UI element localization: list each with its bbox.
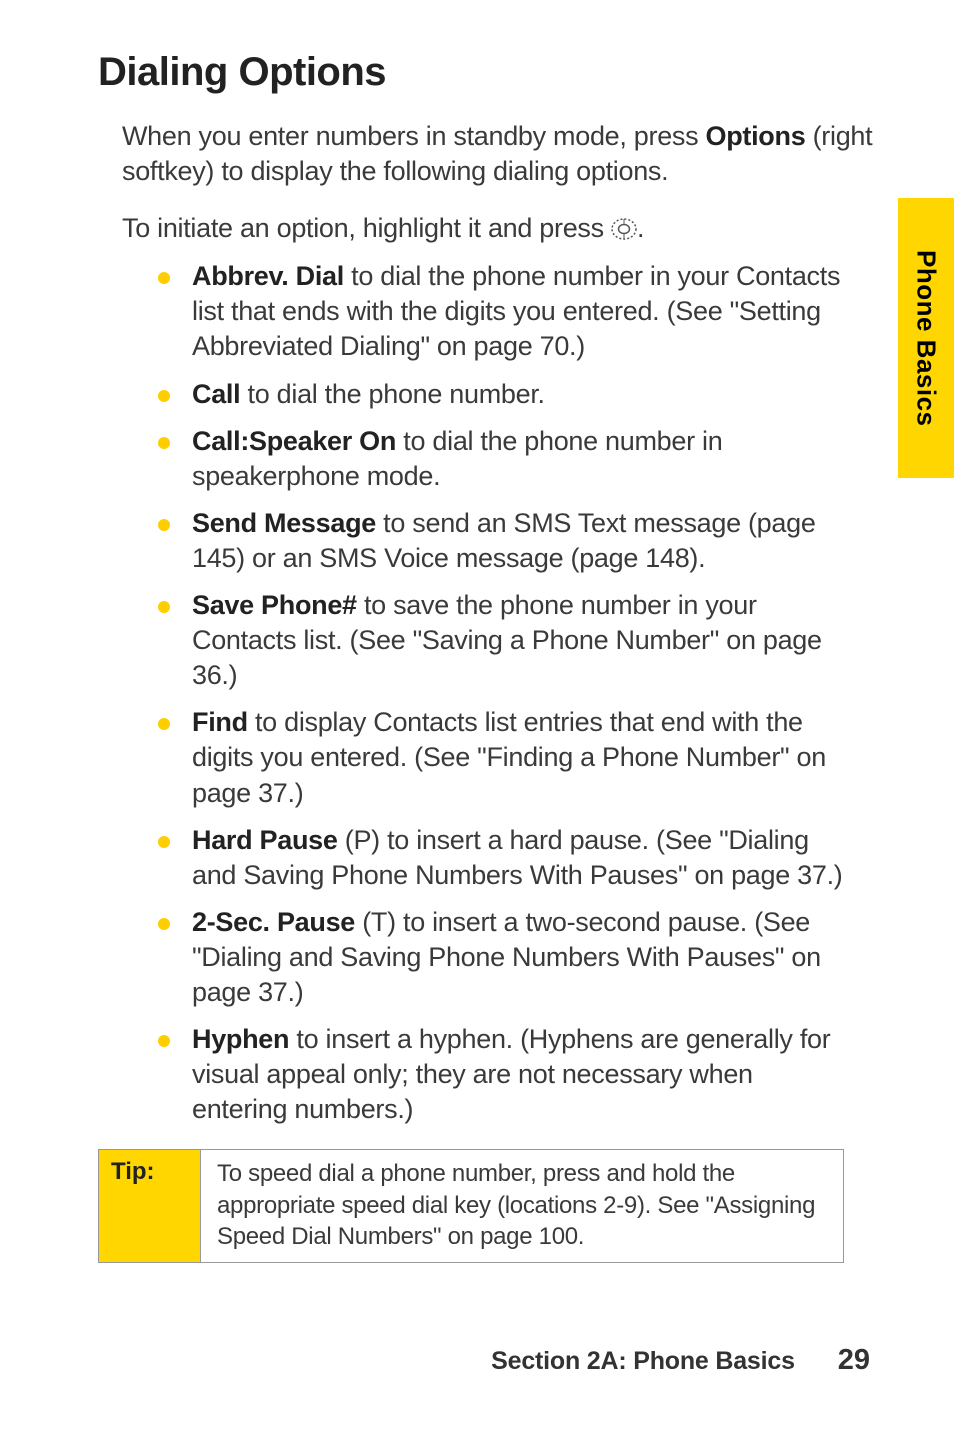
options-list: Abbrev. Dial to dial the phone number in… [158, 259, 854, 1127]
list-item: Find to display Contacts list entries th… [158, 705, 854, 810]
item-bold: Save Phone# [192, 590, 357, 620]
side-tab: Phone Basics [898, 198, 954, 478]
list-item: Hyphen to insert a hyphen. (Hyphens are … [158, 1022, 854, 1127]
initiate-pre: To initiate an option, highlight it and … [122, 213, 611, 243]
list-item: 2-Sec. Pause (T) to insert a two-second … [158, 905, 854, 1010]
item-bold: Call:Speaker On [192, 426, 396, 456]
item-bold: Hard Pause [192, 825, 338, 855]
page-footer: Section 2A: Phone Basics 29 [491, 1344, 870, 1377]
item-bold: Find [192, 707, 248, 737]
item-bold: Hyphen [192, 1024, 289, 1054]
tip-label: Tip: [99, 1150, 201, 1262]
list-item: Save Phone# to save the phone number in … [158, 588, 854, 693]
list-item: Send Message to send an SMS Text message… [158, 506, 854, 576]
intro-paragraph: When you enter numbers in standby mode, … [122, 119, 874, 189]
center-key-icon [611, 214, 637, 249]
intro-pre: When you enter numbers in standby mode, … [122, 121, 706, 151]
list-item: Call:Speaker On to dial the phone number… [158, 424, 854, 494]
tip-box: Tip: To speed dial a phone number, press… [98, 1149, 844, 1263]
initiate-paragraph: To initiate an option, highlight it and … [122, 211, 874, 249]
page-content: Dialing Options When you enter numbers i… [0, 0, 954, 1263]
side-tab-label: Phone Basics [911, 250, 942, 427]
item-bold: Send Message [192, 508, 376, 538]
item-bold: Abbrev. Dial [192, 261, 344, 291]
item-text: to display Contacts list entries that en… [192, 707, 826, 807]
list-item: Abbrev. Dial to dial the phone number in… [158, 259, 854, 364]
list-item: Call to dial the phone number. [158, 377, 854, 412]
list-item: Hard Pause (P) to insert a hard pause. (… [158, 823, 854, 893]
footer-page-number: 29 [838, 1344, 870, 1376]
page-heading: Dialing Options [98, 50, 874, 95]
item-text: to dial the phone number. [240, 379, 544, 409]
item-bold: Call [192, 379, 240, 409]
initiate-post: . [637, 213, 644, 243]
tip-text: To speed dial a phone number, press and … [201, 1150, 843, 1262]
intro-bold: Options [706, 121, 806, 151]
item-bold: 2-Sec. Pause [192, 907, 355, 937]
footer-section: Section 2A: Phone Basics [491, 1347, 795, 1375]
